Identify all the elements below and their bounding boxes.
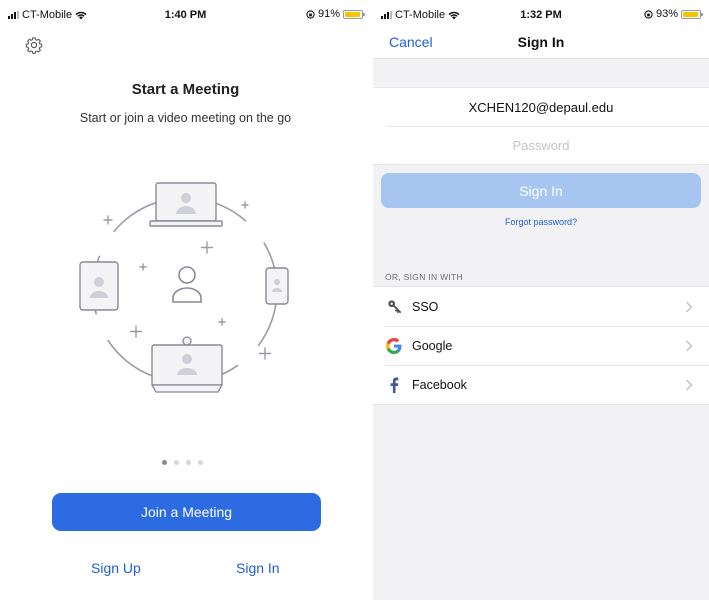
join-meeting-button[interactable]: Join a Meeting	[52, 493, 321, 531]
email-field[interactable]	[373, 99, 709, 115]
page-title: Start a Meeting	[131, 81, 240, 98]
room-system-icon	[150, 336, 224, 393]
email-row	[373, 88, 709, 126]
sign-in-screen: CT-Mobile 1:32 PM 93% Cancel Sign In Sig…	[373, 0, 709, 600]
battery-icon	[343, 9, 365, 19]
page-subtitle: Start or join a video meeting on the go	[79, 111, 292, 125]
start-meeting-screen: CT-Mobile 1:40 PM 91% Start a Meeting St…	[0, 0, 371, 600]
chevron-right-icon	[685, 378, 693, 391]
nav-title: Sign In	[517, 34, 565, 50]
laptop-icon	[149, 182, 223, 227]
provider-row-sso[interactable]: SSO	[373, 287, 709, 326]
key-icon	[386, 299, 402, 315]
battery-icon	[681, 9, 703, 19]
nav-bar: Cancel Sign In	[373, 26, 709, 59]
battery-indicator: 91%	[306, 8, 365, 20]
battery-percent: 91%	[317, 8, 340, 20]
phone-icon	[265, 267, 289, 305]
provider-row-facebook[interactable]: Facebook	[373, 365, 709, 404]
provider-label: Facebook	[412, 377, 467, 392]
credentials-form	[373, 87, 709, 165]
status-bar: CT-Mobile 1:32 PM 93%	[373, 0, 709, 26]
facebook-icon	[386, 377, 402, 393]
person-icon	[172, 266, 202, 303]
alt-sign-in-header: OR, SIGN IN WITH	[385, 272, 463, 282]
status-bar: CT-Mobile 1:40 PM 91%	[0, 0, 371, 26]
battery-indicator: 93%	[644, 8, 703, 20]
provider-label: SSO	[412, 299, 439, 314]
google-icon	[386, 337, 402, 354]
orientation-lock-icon	[306, 9, 315, 19]
password-field[interactable]	[373, 138, 709, 153]
orientation-lock-icon	[644, 9, 653, 19]
chevron-right-icon	[685, 339, 693, 352]
sign-in-button[interactable]: Sign In	[381, 173, 701, 208]
page-dot	[186, 460, 191, 465]
tablet-icon	[79, 261, 119, 311]
forgot-password-link[interactable]: Forgot password?	[373, 217, 709, 227]
page-indicator	[162, 460, 203, 465]
provider-row-google[interactable]: Google	[373, 326, 709, 365]
page-dot	[174, 460, 179, 465]
battery-percent: 93%	[655, 8, 678, 20]
sign-in-provider-list: SSO Google Facebook	[373, 286, 709, 405]
page-dot	[198, 460, 203, 465]
provider-label: Google	[412, 338, 453, 353]
page-dot	[162, 460, 167, 465]
settings-gear-icon[interactable]	[25, 36, 43, 54]
chevron-right-icon	[685, 300, 693, 313]
sign-in-link[interactable]: Sign In	[236, 560, 280, 576]
sign-up-link[interactable]: Sign Up	[91, 560, 141, 576]
password-row	[373, 126, 709, 164]
meeting-illustration	[79, 182, 289, 393]
